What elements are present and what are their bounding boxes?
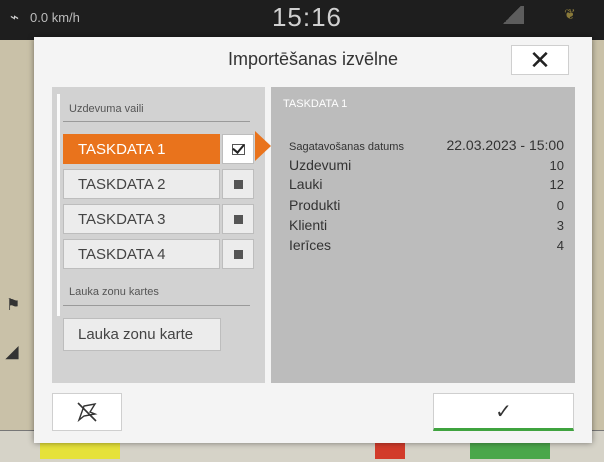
detail-row-devices: Ierīces 4 [289,237,564,253]
scrollbar[interactable] [57,94,60,316]
file-checkbox-taskdata-1[interactable] [222,134,254,164]
close-button[interactable]: ✕ [511,45,569,75]
map-label-icon: ◢ [6,344,19,361]
detail-value: 4 [556,238,564,253]
details-panel: TASKDATA 1 Sagatavošanas datums 22.03.20… [271,87,575,383]
status-left: ⌁ 0.0 km/h [10,8,80,26]
close-icon: ✕ [529,45,551,75]
selection-pointer [255,131,271,161]
detail-value: 10 [549,158,564,173]
unchecked-icon [233,214,243,224]
check-icon: ✓ [495,400,512,423]
divider [63,305,250,306]
detail-value: 3 [556,218,564,233]
zone-map-button[interactable]: Lauka zonu karte [63,318,221,351]
detail-label: Sagatavošanas datums [289,141,404,153]
crossed-flag-icon [77,402,98,423]
file-checkbox-taskdata-4[interactable] [222,239,254,269]
detail-label: Uzdevumi [289,157,352,173]
dialog-title: Importēšanas izvēlne [227,49,399,69]
detail-row-date: Sagatavošanas datums 22.03.2023 - 15:00 [289,137,564,153]
file-list-panel: Uzdevuma vaili TASKDATA 1 TASKDATA 2 TAS… [52,87,265,383]
detail-label: Klienti [289,217,328,233]
detail-value: 22.03.2023 - 15:00 [446,137,564,153]
confirm-button[interactable]: ✓ [433,393,574,431]
file-row-4: TASKDATA 4 [63,239,254,269]
file-button-taskdata-2[interactable]: TASKDATA 2 [63,169,220,199]
detail-label: Ierīces [289,237,332,253]
detail-value: 12 [549,177,564,192]
zone-maps-label: Lauka zonu kartes [69,286,159,298]
unchecked-icon [233,249,243,259]
details-title: TASKDATA 1 [283,98,348,110]
detail-row-tasks: Uzdevumi 10 [289,157,564,173]
map-marker-icon: ⚑ [6,297,21,314]
detail-row-customers: Klienti 3 [289,217,564,233]
red-indicator [375,443,405,459]
checked-icon [231,143,245,155]
gps-icon: ⌁ [10,9,19,26]
signal-icon [500,6,524,24]
status-bar: ⌁ 0.0 km/h 15:16 ❦ [0,0,604,40]
file-row-2: TASKDATA 2 [63,169,254,199]
speed-readout: 0.0 km/h [30,9,80,25]
clock: 15:16 [271,2,343,32]
file-button-taskdata-4[interactable]: TASKDATA 4 [63,239,220,269]
file-checkbox-taskdata-2[interactable] [222,169,254,199]
file-button-taskdata-1[interactable]: TASKDATA 1 [63,134,220,164]
file-row-1: TASKDATA 1 [63,134,254,164]
detail-label: Produkti [289,197,341,213]
discard-button[interactable] [52,393,122,431]
dialog-content: Uzdevuma vaili TASKDATA 1 TASKDATA 2 TAS… [52,87,575,383]
unchecked-icon [233,179,243,189]
file-checkbox-taskdata-3[interactable] [222,204,254,234]
file-row-3: TASKDATA 3 [63,204,254,234]
detail-row-fields: Lauki 12 [289,176,564,192]
leaf-icon: ❦ [564,6,576,22]
detail-label: Lauki [289,176,323,192]
detail-row-products: Produkti 0 [289,197,564,213]
task-files-label: Uzdevuma vaili [69,103,144,115]
divider [63,121,250,122]
detail-value: 0 [556,198,564,213]
import-dialog: Importēšanas izvēlne ✕ Uzdevuma vaili TA… [34,37,592,443]
file-button-taskdata-3[interactable]: TASKDATA 3 [63,204,220,234]
